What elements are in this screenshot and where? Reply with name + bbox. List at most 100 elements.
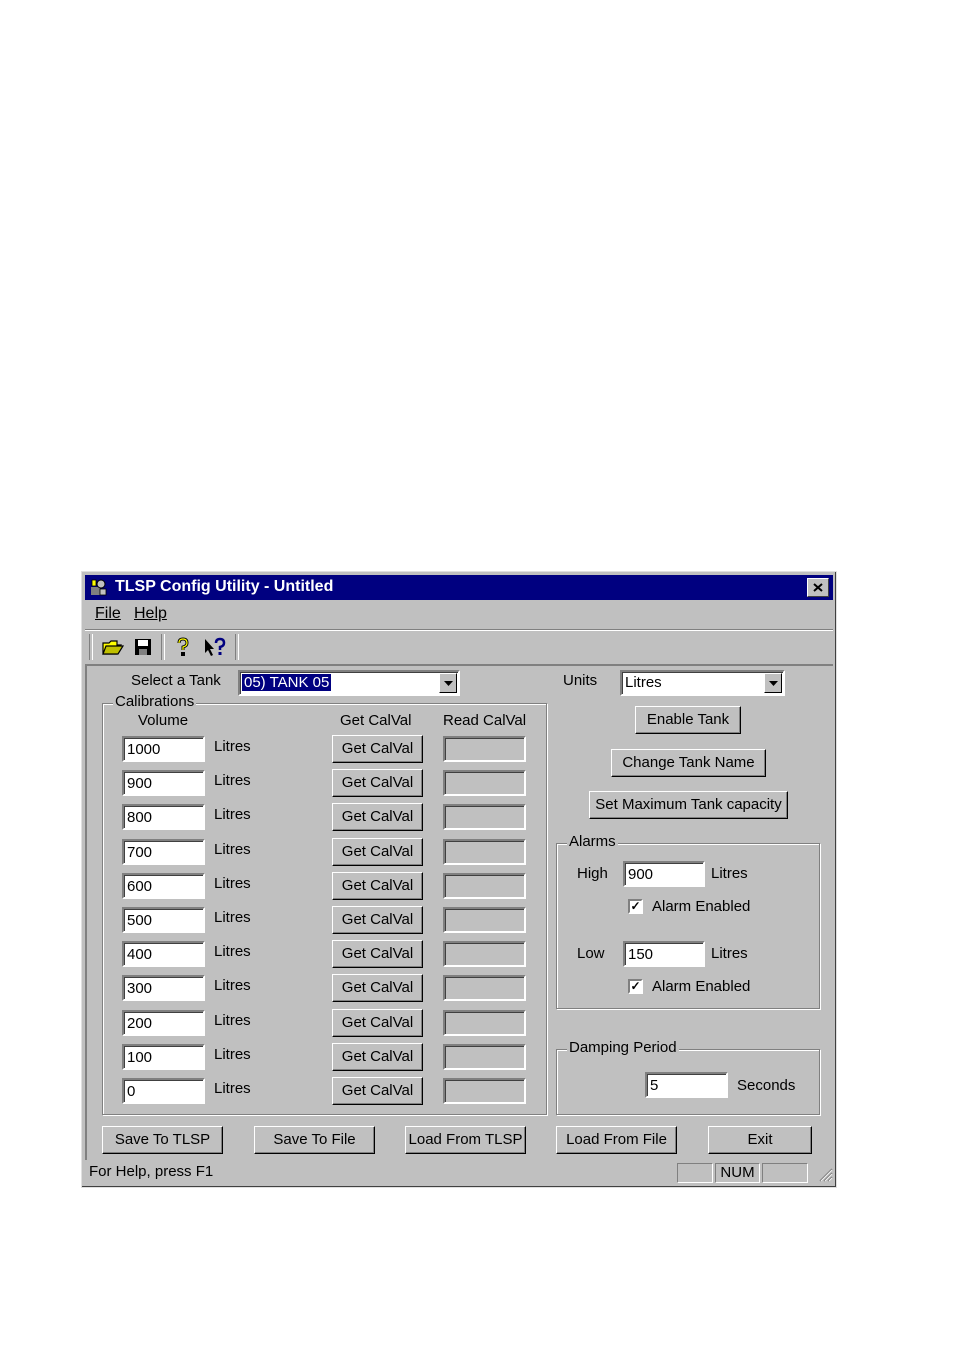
volume-input[interactable] [122, 736, 205, 762]
volume-input[interactable] [122, 839, 205, 865]
read-calval-field [443, 736, 526, 762]
read-calval-field [443, 804, 526, 830]
enable-tank-label: Enable Tank [646, 711, 730, 728]
menu-bar: File Help [85, 603, 833, 627]
volume-input[interactable] [122, 907, 205, 933]
units-label: Units [563, 672, 598, 689]
context-help-button[interactable] [201, 633, 229, 661]
get-calval-button[interactable]: Get CalVal [332, 1077, 423, 1105]
get-calval-label: Get CalVal [341, 774, 414, 791]
get-calval-label: Get CalVal [341, 1014, 414, 1031]
volume-input[interactable] [122, 804, 205, 830]
get-calval-button[interactable]: Get CalVal [332, 735, 423, 763]
get-calval-button[interactable]: Get CalVal [332, 872, 423, 900]
high-alarm-enabled-label: Alarm Enabled [652, 898, 751, 915]
resize-grip-icon[interactable] [818, 1167, 833, 1182]
high-unit-label: Litres [711, 865, 748, 882]
status-num-label: NUM [720, 1164, 755, 1181]
volume-input[interactable] [122, 770, 205, 796]
tank-select-combo[interactable]: 05) TANK 05 [238, 670, 460, 696]
units-combo[interactable]: Litres [620, 670, 785, 696]
volume-unit-label: Litres [214, 1080, 251, 1097]
get-calval-button[interactable]: Get CalVal [332, 1043, 423, 1071]
read-calval-field [443, 941, 526, 967]
close-button[interactable] [807, 578, 829, 597]
save-to-tlsp-label: Save To TLSP [114, 1131, 211, 1148]
volume-input[interactable] [122, 975, 205, 1001]
read-calval-field [443, 839, 526, 865]
menu-help[interactable]: Help [134, 605, 167, 623]
volume-input[interactable] [122, 1010, 205, 1036]
get-calval-button[interactable]: Get CalVal [332, 906, 423, 934]
get-calval-button[interactable]: Get CalVal [332, 838, 423, 866]
about-button[interactable] [169, 633, 197, 661]
get-calval-label: Get CalVal [341, 979, 414, 996]
low-alarm-input[interactable] [623, 941, 705, 967]
alarms-title: Alarms [567, 833, 618, 850]
toolbar [85, 631, 833, 663]
get-calval-label: Get CalVal [341, 808, 414, 825]
get-calval-button[interactable]: Get CalVal [332, 940, 423, 968]
menu-file[interactable]: File [95, 605, 121, 623]
get-calval-label: Get CalVal [341, 843, 414, 860]
status-bar: For Help, press F1 NUM [85, 1161, 833, 1185]
read-calval-field [443, 1078, 526, 1104]
volume-input[interactable] [122, 1044, 205, 1070]
get-calval-button[interactable]: Get CalVal [332, 769, 423, 797]
load-from-file-button[interactable]: Load From File [556, 1126, 677, 1154]
get-calval-button[interactable]: Get CalVal [332, 974, 423, 1002]
menu-help-label: Help [134, 605, 167, 622]
help-question-icon [177, 637, 189, 656]
open-button[interactable] [99, 633, 127, 661]
volume-unit-label: Litres [214, 943, 251, 960]
high-alarm-input[interactable] [623, 861, 705, 887]
select-tank-label: Select a Tank [131, 672, 221, 689]
window-title: TLSP Config Utility - Untitled [115, 578, 334, 595]
get-calval-button[interactable]: Get CalVal [332, 803, 423, 831]
set-max-capacity-label: Set Maximum Tank capacity [595, 796, 782, 813]
get-calval-label: Get CalVal [341, 1082, 414, 1099]
save-to-tlsp-button[interactable]: Save To TLSP [102, 1126, 223, 1154]
damping-title: Damping Period [567, 1039, 679, 1056]
tank-dropdown-button[interactable] [439, 673, 457, 693]
toolbar-grip [89, 634, 93, 660]
enable-tank-button[interactable]: Enable Tank [635, 706, 741, 734]
save-to-file-button[interactable]: Save To File [254, 1126, 375, 1154]
read-calval-field [443, 907, 526, 933]
volume-unit-label: Litres [214, 841, 251, 858]
status-pane-num: NUM [715, 1163, 760, 1183]
set-max-capacity-button[interactable]: Set Maximum Tank capacity [589, 791, 788, 819]
load-from-tlsp-button[interactable]: Load From TLSP [405, 1126, 526, 1154]
units-dropdown-button[interactable] [764, 673, 782, 693]
damping-input[interactable] [645, 1072, 728, 1098]
save-disk-icon [135, 639, 151, 655]
chevron-down-icon [443, 680, 453, 686]
title-bar[interactable]: TLSP Config Utility - Untitled [85, 575, 833, 600]
high-label: High [577, 865, 608, 882]
get-calval-header: Get CalVal [340, 712, 412, 729]
volume-input[interactable] [122, 941, 205, 967]
get-calval-label: Get CalVal [341, 911, 414, 928]
toolbar-separator [161, 634, 165, 660]
app-icon [91, 579, 107, 596]
get-calval-label: Get CalVal [341, 945, 414, 962]
save-button[interactable] [129, 633, 157, 661]
high-alarm-checkbox[interactable]: ✓ [628, 899, 643, 914]
low-alarm-enabled-label: Alarm Enabled [652, 978, 751, 995]
volume-unit-label: Litres [214, 977, 251, 994]
exit-button[interactable]: Exit [708, 1126, 812, 1154]
volume-unit-label: Litres [214, 738, 251, 755]
tank-select-value: 05) TANK 05 [242, 674, 332, 691]
get-calval-label: Get CalVal [341, 1048, 414, 1065]
get-calval-label: Get CalVal [341, 740, 414, 757]
low-label: Low [577, 945, 605, 962]
save-to-file-label: Save To File [273, 1131, 356, 1148]
volume-input[interactable] [122, 1078, 205, 1104]
status-pane-scrl [762, 1163, 808, 1183]
volume-input[interactable] [122, 873, 205, 899]
damping-unit-label: Seconds [737, 1077, 796, 1094]
low-unit-label: Litres [711, 945, 748, 962]
change-tank-name-button[interactable]: Change Tank Name [611, 749, 766, 777]
low-alarm-checkbox[interactable]: ✓ [628, 979, 643, 994]
get-calval-button[interactable]: Get CalVal [332, 1009, 423, 1037]
